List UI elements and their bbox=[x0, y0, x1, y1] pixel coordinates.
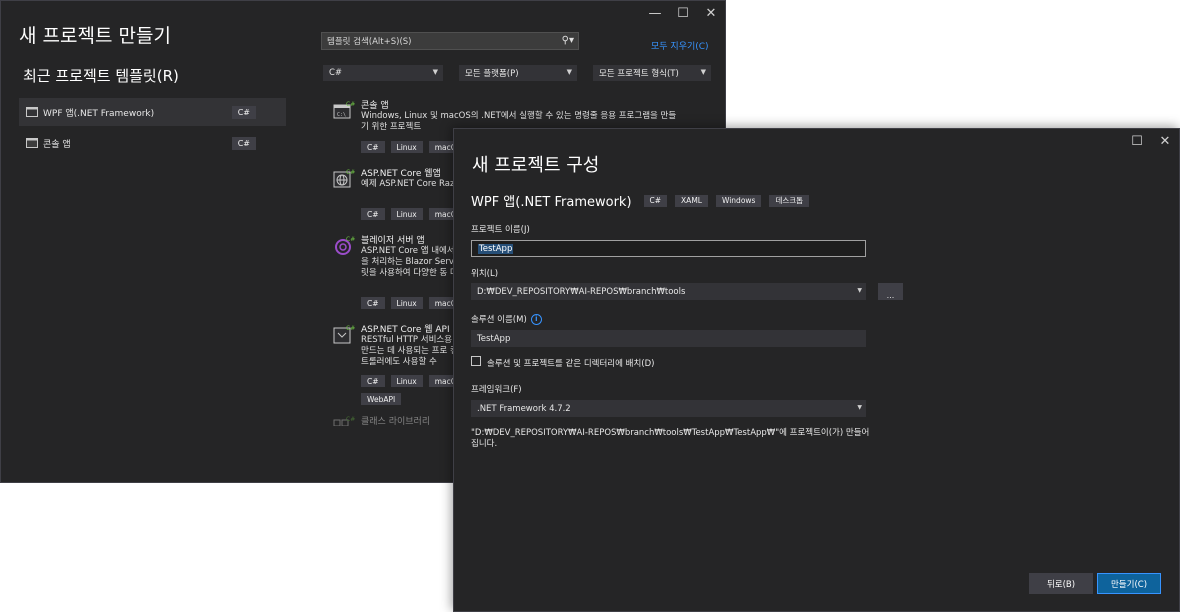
template-search-input[interactable]: 템플릿 검색(Alt+S)(S) ⚲▾ bbox=[321, 32, 579, 50]
chevron-down-icon: ▼ bbox=[857, 287, 862, 294]
project-type-filter[interactable]: 모든 프로젝트 형식(T) ▼ bbox=[593, 65, 711, 81]
chevron-down-icon: ▼ bbox=[432, 68, 438, 76]
solution-name-label: 솔루션 이름(M) bbox=[471, 315, 527, 325]
minimize-icon[interactable]: — bbox=[641, 1, 669, 25]
tag-badge: C# bbox=[361, 208, 385, 220]
template-description: ASP.NET Core 앱 내에서 을 처리하는 Blazor Serve 릿… bbox=[361, 246, 461, 278]
blazor-icon: C# bbox=[335, 236, 355, 255]
console-icon bbox=[26, 138, 38, 148]
svg-text:C#: C# bbox=[346, 416, 355, 423]
platform-filter-value: 모든 플랫폼(P) bbox=[465, 69, 519, 79]
solution-name-value: TestApp bbox=[477, 333, 511, 344]
template-name: 블레이저 서버 앱 bbox=[361, 236, 425, 246]
template-name: 클래스 라이브러리 bbox=[361, 417, 431, 427]
page-title: 새 프로젝트 만들기 bbox=[19, 25, 171, 47]
window-caption-buttons: — ☐ ✕ bbox=[641, 1, 725, 25]
info-icon[interactable]: i bbox=[530, 313, 542, 325]
solution-name-input[interactable]: TestApp bbox=[471, 330, 866, 347]
recent-item-label: 콘솔 앱 bbox=[43, 139, 71, 150]
search-icon[interactable]: ⚲▾ bbox=[562, 35, 574, 46]
window-caption-buttons: ☐ ✕ bbox=[1123, 129, 1179, 153]
lang-badge: C# bbox=[231, 105, 256, 119]
tag-badge: C# bbox=[643, 194, 668, 207]
template-name: ASP.NET Core 웹앱 bbox=[361, 169, 441, 179]
project-name-label: 프로젝트 이름(J) bbox=[471, 225, 530, 235]
solution-name-label-row: 솔루션 이름(M) i bbox=[471, 313, 542, 325]
location-label: 위치(L) bbox=[471, 269, 499, 279]
output-path-note: "D:₩DEV_REPOSITORY₩AI-REPOS₩branch₩tools… bbox=[471, 428, 870, 449]
maximize-icon[interactable]: ☐ bbox=[1123, 129, 1151, 153]
back-button[interactable]: 뒤로(B) bbox=[1029, 573, 1093, 594]
recent-item-console[interactable]: 콘솔 앱 C# bbox=[19, 129, 286, 157]
same-directory-label[interactable]: 솔루션 및 프로젝트를 같은 디렉터리에 배치(D) bbox=[487, 357, 654, 369]
location-value: D:₩DEV_REPOSITORY₩AI-REPOS₩branch₩tools bbox=[477, 286, 686, 297]
project-type-heading: WPF 앱(.NET Framework) C# XAML Windows 데스… bbox=[471, 191, 810, 210]
close-icon[interactable]: ✕ bbox=[697, 1, 725, 25]
svg-text:C#: C# bbox=[346, 169, 355, 176]
tag-badge: 데스크톱 bbox=[769, 194, 810, 207]
framework-combobox[interactable]: .NET Framework 4.7.2 ▼ bbox=[471, 400, 866, 417]
svg-text:C:\: C:\ bbox=[337, 112, 346, 118]
location-combobox[interactable]: D:₩DEV_REPOSITORY₩AI-REPOS₩branch₩tools … bbox=[471, 283, 866, 300]
tag-badge: C# bbox=[361, 375, 385, 387]
recent-item-label: WPF 앱(.NET Framework) bbox=[43, 108, 155, 119]
project-name-input[interactable]: TestApp bbox=[471, 240, 866, 257]
maximize-icon[interactable]: ☐ bbox=[669, 1, 697, 25]
tag-badge: Linux bbox=[390, 208, 423, 220]
project-type-name: WPF 앱(.NET Framework) bbox=[471, 195, 632, 210]
recent-templates-title: 최근 프로젝트 템플릿(R) bbox=[23, 67, 179, 85]
close-icon[interactable]: ✕ bbox=[1151, 129, 1179, 153]
framework-label: 프레임워크(F) bbox=[471, 385, 522, 395]
svg-text:C#: C# bbox=[346, 101, 355, 108]
same-directory-checkbox[interactable] bbox=[471, 356, 481, 366]
framework-value: .NET Framework 4.7.2 bbox=[477, 403, 571, 414]
browse-button[interactable]: ... bbox=[878, 283, 903, 300]
tag-badge: WebAPI bbox=[361, 393, 402, 405]
language-filter[interactable]: C# ▼ bbox=[323, 65, 443, 81]
create-button[interactable]: 만들기(C) bbox=[1097, 573, 1161, 594]
webapi-icon: C# bbox=[333, 325, 355, 344]
console-icon: C:\ C# bbox=[333, 101, 355, 119]
svg-text:C#: C# bbox=[346, 325, 355, 332]
library-icon: C# bbox=[333, 416, 355, 426]
tag-badge: Linux bbox=[390, 141, 423, 153]
chevron-down-icon: ▼ bbox=[857, 404, 862, 411]
tag-badge: C# bbox=[361, 141, 385, 153]
template-name: 콘솔 앱 bbox=[361, 101, 389, 111]
project-name-value: TestApp bbox=[478, 243, 514, 254]
lang-badge: C# bbox=[231, 136, 256, 150]
recent-item-wpf[interactable]: WPF 앱(.NET Framework) C# bbox=[19, 98, 286, 126]
clear-all-link[interactable]: 모두 지우기(C) bbox=[651, 39, 709, 52]
window-icon bbox=[26, 107, 38, 117]
page-title: 새 프로젝트 구성 bbox=[472, 155, 600, 176]
project-type-filter-value: 모든 프로젝트 형식(T) bbox=[599, 69, 679, 79]
chevron-down-icon: ▼ bbox=[566, 68, 572, 76]
globe-icon: C# bbox=[333, 169, 355, 188]
language-filter-value: C# bbox=[329, 68, 343, 78]
chevron-down-icon: ▼ bbox=[700, 68, 706, 76]
template-description: RESTful HTTP 서비스용 만드는 데 사용되는 프로 컨트롤러에도 사… bbox=[361, 335, 458, 367]
tag-badge: XAML bbox=[675, 194, 708, 207]
tag-badge: C# bbox=[361, 297, 385, 309]
svg-text:C#: C# bbox=[346, 236, 355, 243]
template-name: ASP.NET Core 웹 API bbox=[361, 325, 450, 335]
platform-filter[interactable]: 모든 플랫폼(P) ▼ bbox=[459, 65, 577, 81]
tag-badge: Linux bbox=[390, 375, 423, 387]
configure-project-window: ☐ ✕ 새 프로젝트 구성 WPF 앱(.NET Framework) C# X… bbox=[453, 128, 1180, 612]
search-placeholder: 템플릿 검색(Alt+S)(S) bbox=[327, 37, 412, 47]
tag-badge: Linux bbox=[390, 297, 423, 309]
tag-badge: Windows bbox=[715, 194, 762, 207]
